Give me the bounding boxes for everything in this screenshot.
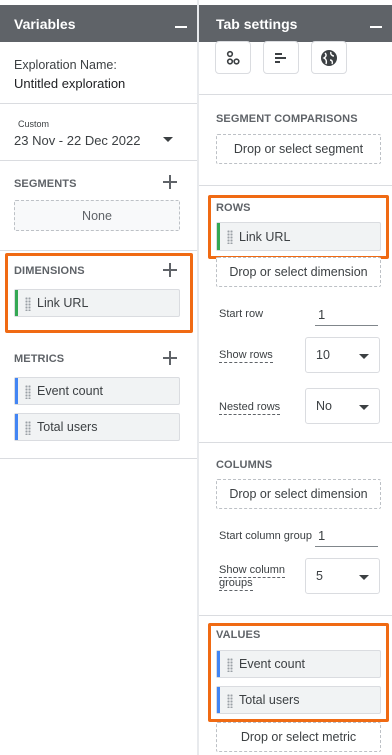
drag-handle-icon[interactable] (25, 421, 31, 435)
variables-title: Variables (14, 15, 76, 32)
nested-rows-label-text: Nested rows (219, 401, 281, 415)
variables-header: Variables (0, 5, 197, 42)
tab-settings-header: Tab settings (199, 5, 392, 42)
metric-color-bar (217, 651, 220, 677)
dimension-color-bar (15, 290, 18, 316)
divider (199, 94, 392, 95)
drag-handle-icon[interactable] (227, 230, 233, 244)
drop-column-dimension-slot[interactable]: Drop or select dimension (216, 479, 381, 509)
values-chip-label: Event count (239, 657, 306, 671)
show-rows-label-text: Show rows (219, 349, 273, 363)
bar-chart-icon[interactable] (263, 41, 299, 74)
scatter-icon[interactable] (215, 41, 251, 74)
divider (0, 250, 197, 251)
collapse-icon[interactable] (175, 26, 187, 28)
dimensions-label: DIMENSIONS (14, 265, 85, 277)
dimension-chip-label: Link URL (37, 296, 89, 310)
start-row-label: Start row (219, 308, 264, 320)
dimension-chip-link-url[interactable]: Link URL (14, 289, 180, 317)
date-dropdown-icon[interactable] (163, 137, 173, 142)
divider (199, 615, 392, 616)
show-column-groups-value: 5 (316, 569, 323, 583)
rows-label: ROWS (216, 202, 251, 214)
divider (199, 442, 392, 443)
divider (199, 185, 392, 186)
columns-label: COLUMNS (216, 459, 273, 471)
nested-rows-value: No (316, 399, 332, 413)
drop-segment-slot[interactable]: Drop or select segment (216, 134, 381, 164)
rows-chip-link-url[interactable]: Link URL (216, 222, 381, 251)
dropdown-caret-icon (359, 354, 369, 359)
drag-handle-icon[interactable] (25, 385, 31, 399)
metric-chip-label: Total users (37, 420, 98, 434)
globe-icon[interactable] (311, 41, 347, 74)
exploration-name-value[interactable]: Untitled exploration (14, 76, 125, 91)
variables-panel: Variables Exploration Name: Untitled exp… (0, 0, 197, 755)
show-rows-label: Show rows (219, 349, 273, 363)
tab-settings-title: Tab settings (216, 15, 298, 32)
divider (0, 160, 197, 161)
date-custom-tag: Custom (18, 119, 50, 129)
segment-comparisons-label: SEGMENT COMPARISONS (216, 113, 358, 125)
drag-handle-icon[interactable] (227, 694, 233, 708)
drop-row-dimension-slot[interactable]: Drop or select dimension (216, 257, 381, 287)
add-segment-icon[interactable] (163, 175, 177, 189)
drop-metric-slot[interactable]: Drop or select metric (216, 722, 381, 752)
show-rows-select[interactable]: 10 (305, 337, 380, 373)
metric-chip-total-users[interactable]: Total users (14, 413, 180, 441)
nested-rows-label: Nested rows (219, 401, 281, 415)
drag-handle-icon[interactable] (227, 658, 233, 672)
metric-chip-event-count[interactable]: Event count (14, 377, 180, 405)
divider (0, 103, 197, 104)
dimension-color-bar (217, 223, 220, 250)
add-metric-icon[interactable] (163, 351, 177, 365)
rows-chip-label: Link URL (239, 229, 291, 244)
values-label: VALUES (216, 629, 261, 641)
show-column-groups-select[interactable]: 5 (305, 558, 380, 594)
collapse-icon[interactable] (370, 26, 382, 28)
show-column-groups-label-line1: Show column (219, 564, 286, 578)
values-chip-total-users[interactable]: Total users (216, 686, 381, 714)
metric-color-bar (217, 687, 220, 713)
nested-rows-select[interactable]: No (305, 388, 380, 424)
show-column-groups-label: Show column groups (219, 564, 286, 591)
exploration-name-label: Exploration Name: (14, 58, 117, 72)
metric-color-bar (15, 378, 18, 404)
metric-chip-label: Event count (37, 384, 104, 398)
start-column-group-label: Start column group (219, 530, 312, 542)
metrics-label: METRICS (14, 353, 65, 365)
date-range-value[interactable]: 23 Nov - 22 Dec 2022 (14, 133, 140, 148)
segments-label: SEGMENTS (14, 178, 77, 190)
show-column-groups-label-line2: groups (219, 577, 253, 591)
start-column-group-input[interactable]: 1 (315, 525, 378, 547)
add-dimension-icon[interactable] (163, 263, 177, 277)
dropdown-caret-icon (359, 405, 369, 410)
drag-handle-icon[interactable] (25, 297, 31, 311)
start-row-input[interactable]: 1 (315, 304, 378, 326)
metric-color-bar (15, 414, 18, 440)
tab-settings-panel: Tab settings SEGMENT COMPARISONS Drop or… (199, 0, 392, 755)
dropdown-caret-icon (359, 575, 369, 580)
values-chip-label: Total users (239, 693, 300, 707)
segments-none-slot[interactable]: None (14, 200, 180, 231)
divider (0, 458, 197, 459)
values-chip-event-count[interactable]: Event count (216, 650, 381, 678)
show-rows-value: 10 (316, 348, 330, 362)
